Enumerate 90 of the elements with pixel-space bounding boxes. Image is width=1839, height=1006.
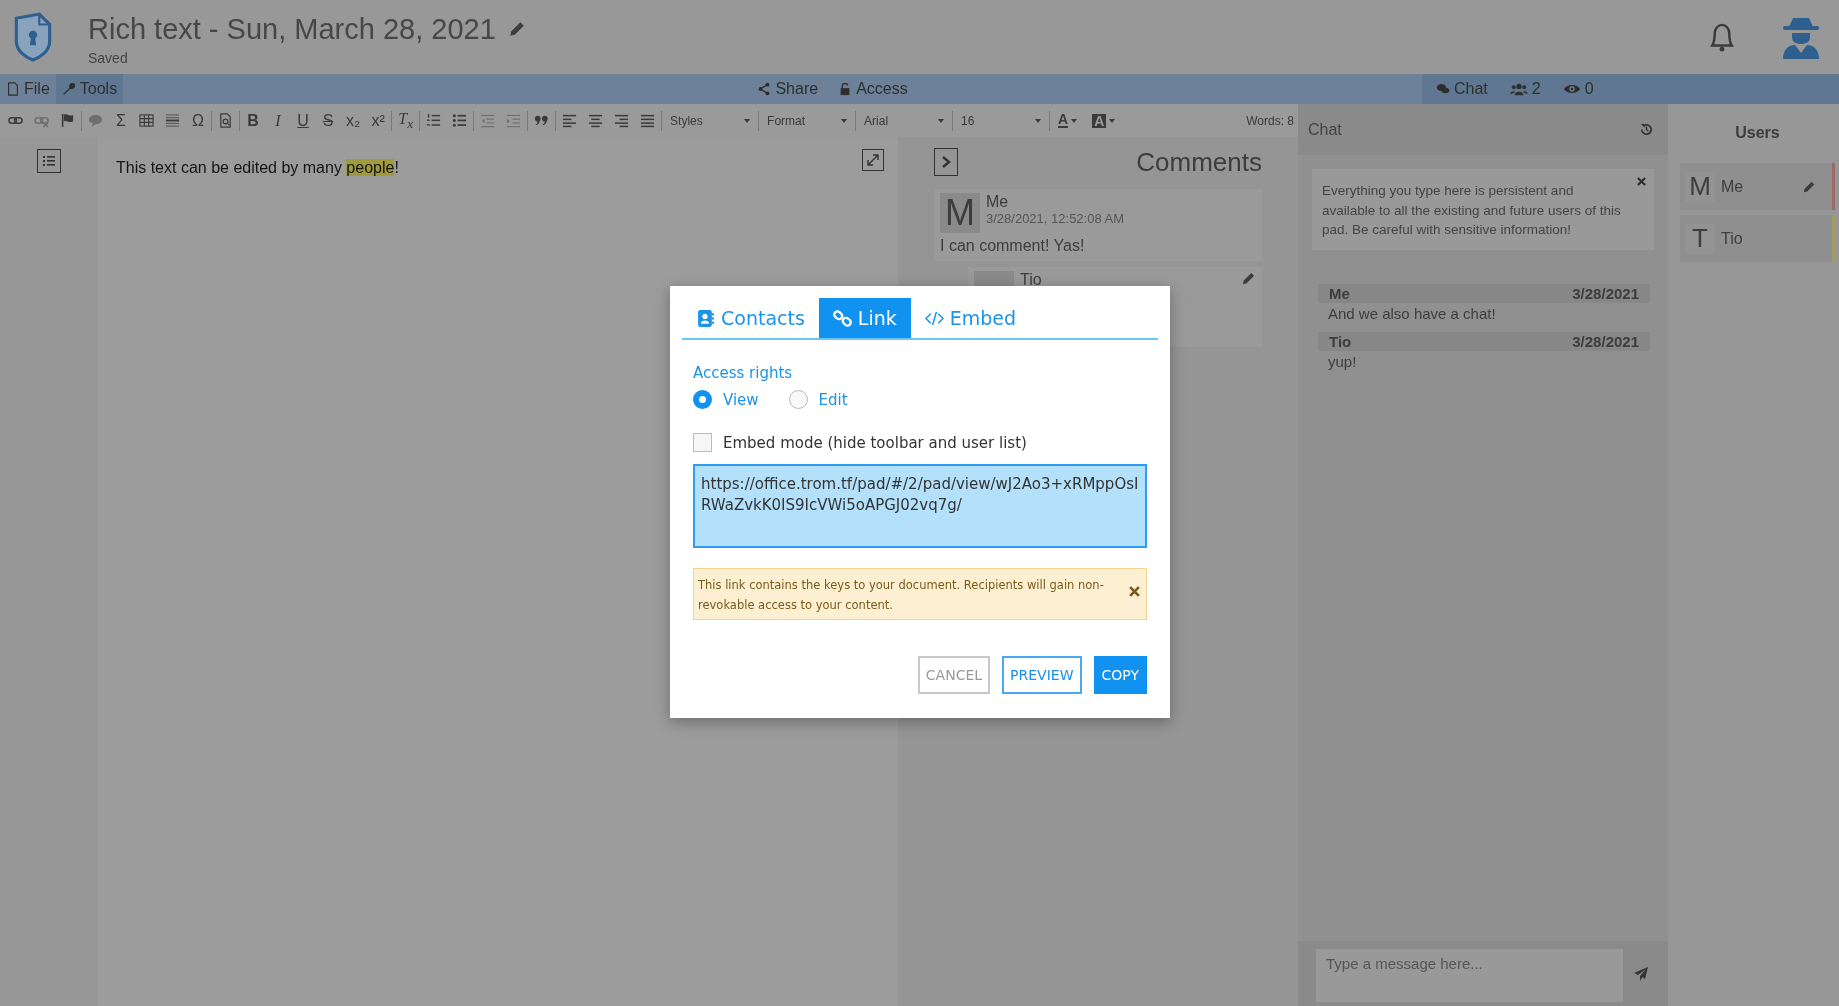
checkbox[interactable]	[693, 433, 712, 452]
toolbar-dropdown[interactable]: Arial	[862, 113, 947, 128]
word-count: Words: 8	[1246, 113, 1294, 128]
message-date: 3/28/2021	[1572, 332, 1639, 350]
send-icon[interactable]	[1633, 965, 1649, 982]
preview-icon[interactable]	[218, 113, 233, 128]
avatar: M	[1685, 171, 1715, 202]
menu-button[interactable]: 2	[1503, 74, 1547, 104]
toolbar-dropdown[interactable]: Styles	[668, 113, 753, 128]
warning-text: This link contains the keys to your document. Recipients will gain non-revokable access to your content.	[698, 578, 1104, 612]
menu-tab[interactable]: File	[0, 74, 56, 104]
close-icon[interactable]	[1637, 177, 1646, 186]
toolbar-button[interactable]: U	[296, 112, 310, 129]
comments-heading: Comments	[1136, 146, 1262, 178]
user-card[interactable]: M Me	[1680, 163, 1835, 210]
avatar: T	[1685, 223, 1715, 254]
toolbar-button[interactable]: x₂	[346, 112, 361, 129]
align-right-icon[interactable]	[614, 113, 630, 128]
users-heading: Users	[1734, 123, 1781, 143]
chat-heading: Chat	[1308, 120, 1342, 139]
contact-card-icon	[696, 308, 715, 328]
share-icon	[757, 82, 772, 96]
dialog-tab[interactable]: Embed	[910, 298, 1031, 338]
dialog-tab[interactable]: Link	[818, 298, 911, 338]
quote-icon[interactable]	[534, 113, 550, 128]
menu-button[interactable]: 0	[1556, 74, 1600, 104]
message-input[interactable]: Type a message here...	[1316, 949, 1623, 1002]
user-name: Me	[1721, 177, 1745, 196]
toolbar-button[interactable]: x²	[371, 112, 386, 129]
radio-button[interactable]	[693, 390, 712, 409]
close-icon[interactable]	[1129, 586, 1140, 597]
align-left-icon[interactable]	[562, 113, 578, 128]
expand-icon[interactable]	[862, 149, 884, 171]
eye-icon	[1562, 82, 1581, 96]
toolbar-button[interactable]: Σ	[114, 112, 128, 129]
menu-button[interactable]: Share	[751, 74, 825, 104]
message-author: Me	[1329, 284, 1350, 302]
shield-keyhole-logo	[12, 12, 54, 62]
radio-option[interactable]: View	[693, 390, 759, 409]
radio-button[interactable]	[788, 390, 808, 409]
user-name: Tio	[1721, 229, 1744, 248]
message-text: yup!	[1327, 351, 1358, 372]
pencil-icon[interactable]	[1241, 271, 1256, 286]
comment-author: Tio	[1020, 271, 1043, 289]
access-rights-label: Access rights	[693, 364, 794, 382]
save-status: Saved	[88, 49, 129, 66]
toolbar-button[interactable]: Ω	[191, 112, 205, 129]
menu-button[interactable]: Access	[832, 74, 914, 104]
document-title: Rich text - Sun, March 28, 2021	[88, 12, 496, 46]
toolbar-button[interactable]: T$_{x}$	[398, 110, 414, 131]
history-icon[interactable]	[1639, 122, 1654, 137]
users-icon	[1509, 82, 1528, 96]
chat-bubbles-icon	[1436, 82, 1450, 96]
radio-option[interactable]: Edit	[788, 390, 848, 409]
align-center-icon[interactable]	[588, 113, 604, 128]
cancel-button[interactable]: CANCEL	[917, 656, 991, 694]
table-icon[interactable]	[139, 113, 154, 128]
copy-button[interactable]: COPY	[1093, 656, 1147, 694]
link-url-field[interactable]: https://office.trom.tf/pad/#/2/pad/view/wJ2Ao3+xRMppOsIRWaZvkK0IS9IcVWi5oAPGJ02vq7g/	[693, 464, 1147, 548]
link-icon	[832, 308, 852, 328]
list-icon[interactable]	[37, 149, 61, 173]
ul-icon[interactable]	[452, 113, 468, 128]
menu-button[interactable]: Chat	[1430, 74, 1494, 104]
hr-icon[interactable]	[165, 113, 180, 128]
message-text: And we also have a chat!	[1327, 303, 1497, 324]
text-color-button[interactable]: A	[1056, 113, 1080, 128]
menu-tab[interactable]: Tools	[55, 74, 124, 104]
dialog-tab[interactable]: Contacts	[682, 298, 819, 338]
message-date: 3/28/2021	[1572, 284, 1639, 302]
pencil-icon[interactable]	[507, 20, 526, 38]
comment-text: I can comment! Yas!	[940, 237, 1086, 255]
ol-icon[interactable]	[426, 113, 442, 128]
comment-date: 3/28/2021, 12:52:08 AM	[986, 211, 1126, 226]
comment-author: Me	[986, 193, 1010, 211]
toolbar-dropdown[interactable]: Format	[765, 113, 850, 128]
notice-text: Everything you type here is persistent and available to all the existing and future users of this pad. Be careful with sensitive information!	[1322, 183, 1621, 237]
message-author: Tio	[1329, 332, 1352, 350]
document-text: This text can be edited by many people!	[116, 159, 400, 177]
toolbar-dropdown[interactable]: 16	[959, 113, 1044, 128]
document-icon	[6, 82, 20, 96]
avatar: M	[940, 193, 980, 233]
checkbox-label: Embed mode (hide toolbar and user list)	[723, 433, 1027, 452]
flag-icon[interactable]	[60, 113, 75, 128]
justify-icon[interactable]	[640, 113, 656, 128]
toolbar-button[interactable]: I	[271, 112, 285, 129]
toolbar-button[interactable]: B	[246, 112, 260, 129]
wrench-icon	[61, 82, 76, 96]
chevron-right-icon[interactable]	[934, 148, 958, 176]
preview-button[interactable]: PREVIEW	[1002, 656, 1082, 694]
user-card[interactable]: T Tio	[1680, 215, 1835, 262]
